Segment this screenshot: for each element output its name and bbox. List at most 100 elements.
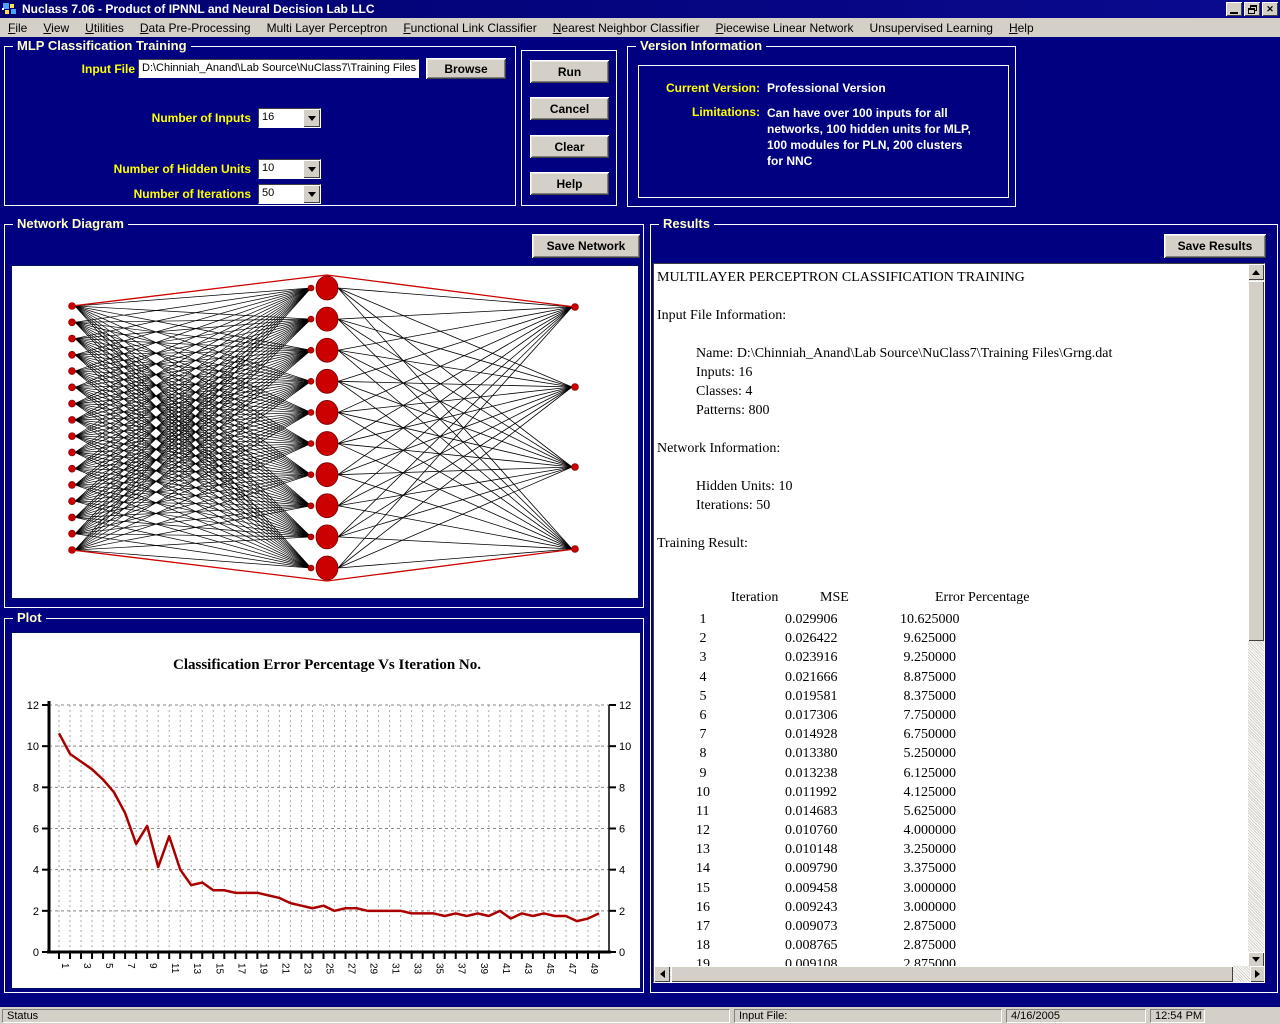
- menu-file[interactable]: File: [0, 20, 35, 36]
- table-row: 60.017306 7.750000: [696, 708, 960, 727]
- app-icon: [2, 2, 18, 16]
- col-header-mse: MSE: [820, 590, 935, 606]
- save-results-button[interactable]: Save Results: [1164, 234, 1266, 258]
- svg-text:31: 31: [390, 963, 401, 975]
- chevron-down-icon[interactable]: [303, 109, 320, 127]
- table-rows: 10.02990610.625000 20.026422 9.625000 30…: [696, 612, 960, 977]
- menu-data-pre-processing[interactable]: Data Pre-Processing: [132, 20, 259, 36]
- help-button[interactable]: Help: [530, 172, 609, 195]
- svg-text:7: 7: [125, 963, 136, 969]
- svg-text:27: 27: [346, 963, 357, 975]
- browse-button[interactable]: Browse: [426, 58, 506, 79]
- table-row: 180.008765 2.875000: [696, 938, 960, 957]
- network-diagram: [12, 266, 638, 598]
- status-bar: Status Input File: 4/16/2005 12:54 PM: [0, 1007, 1280, 1024]
- number-of-hidden-units-value: 10: [262, 162, 274, 174]
- results-caption: Results: [659, 216, 714, 231]
- current-version-label: Current Version:: [666, 81, 760, 95]
- results-text-area[interactable]: MULTILAYER PERCEPTRON CLASSIFICATION TRA…: [653, 263, 1265, 983]
- svg-text:Classification Error Percentag: Classification Error Percentage Vs Itera…: [173, 657, 481, 673]
- svg-text:9: 9: [147, 963, 158, 969]
- save-network-button[interactable]: Save Network: [532, 234, 640, 258]
- svg-text:0: 0: [619, 947, 625, 959]
- menu-utilities[interactable]: Utilities: [77, 20, 132, 36]
- action-buttons-panel: Run Cancel Clear Help: [521, 50, 617, 206]
- minimize-button[interactable]: [1226, 2, 1242, 16]
- menu-view[interactable]: View: [35, 20, 77, 36]
- svg-text:39: 39: [478, 963, 489, 975]
- col-header-error-percentage: Error Percentage: [935, 590, 1029, 605]
- scroll-right-button[interactable]: [1250, 966, 1265, 982]
- svg-text:8: 8: [619, 782, 625, 794]
- svg-text:11: 11: [169, 963, 180, 974]
- table-row: 150.009458 3.000000: [696, 881, 960, 900]
- close-button[interactable]: ✕: [1262, 2, 1278, 16]
- limitations-label: Limitations:: [692, 105, 760, 119]
- triangle-left-icon: [656, 970, 665, 978]
- svg-text:29: 29: [368, 963, 379, 975]
- table-row: 120.010760 4.000000: [696, 823, 960, 842]
- status-panel: Status: [2, 1009, 730, 1023]
- input-file-field[interactable]: D:\Chinniah_Anand\Lab Source\NuClass7\Tr…: [138, 59, 419, 78]
- mlp-section-caption: MLP Classification Training: [13, 38, 191, 53]
- svg-text:45: 45: [544, 963, 555, 975]
- horizontal-scrollbar[interactable]: [654, 966, 1265, 982]
- menu-nearest-neighbor-classifier[interactable]: Nearest Neighbor Classifier: [545, 20, 708, 36]
- svg-text:4: 4: [33, 865, 39, 877]
- menu-help[interactable]: Help: [1001, 20, 1042, 36]
- current-version-value: Professional Version: [767, 81, 886, 95]
- version-info-caption: Version Information: [636, 38, 766, 53]
- table-row: 30.023916 9.250000: [696, 650, 960, 669]
- vertical-scrollbar[interactable]: [1248, 264, 1264, 968]
- svg-text:15: 15: [213, 963, 224, 975]
- menu-piecewise-linear-network[interactable]: Piecewise Linear Network: [707, 20, 861, 36]
- scroll-up-button[interactable]: [1248, 264, 1264, 280]
- number-of-iterations-label: Number of Iterations: [134, 187, 251, 201]
- svg-text:35: 35: [434, 963, 445, 975]
- chevron-down-icon[interactable]: [303, 185, 320, 203]
- date-panel: 4/16/2005: [1006, 1009, 1146, 1023]
- svg-text:12: 12: [619, 700, 631, 712]
- menu-unsupervised-learning[interactable]: Unsupervised Learning: [862, 20, 1001, 36]
- svg-text:13: 13: [191, 963, 202, 975]
- restore-button[interactable]: [1244, 2, 1260, 16]
- svg-text:43: 43: [522, 963, 533, 975]
- results-line: Classes: 4: [696, 384, 752, 400]
- number-of-hidden-units-combo[interactable]: 10: [258, 159, 321, 179]
- svg-text:49: 49: [588, 963, 599, 975]
- cancel-button[interactable]: Cancel: [530, 97, 609, 120]
- svg-text:10: 10: [619, 741, 631, 753]
- table-row: 140.009790 3.375000: [696, 861, 960, 880]
- svg-text:12: 12: [27, 700, 39, 712]
- table-row: 50.019581 8.375000: [696, 689, 960, 708]
- table-row: 130.010148 3.250000: [696, 842, 960, 861]
- title-bar: Nuclass 7.06 - Product of IPNNL and Neur…: [0, 0, 1280, 18]
- table-row: 70.014928 6.750000: [696, 727, 960, 746]
- svg-text:5: 5: [103, 963, 114, 969]
- table-row: 80.013380 5.250000: [696, 746, 960, 765]
- results-line: Hidden Units: 10: [696, 479, 792, 495]
- input-file-info-heading: Input File Information:: [657, 308, 786, 324]
- clear-button[interactable]: Clear: [530, 135, 609, 158]
- run-button[interactable]: Run: [530, 60, 609, 83]
- application-window: Nuclass 7.06 - Product of IPNNL and Neur…: [0, 0, 1280, 1024]
- scroll-left-button[interactable]: [654, 966, 670, 982]
- network-diagram-section: Network Diagram Save Network: [4, 224, 644, 608]
- number-of-iterations-combo[interactable]: 50: [258, 184, 321, 204]
- horizontal-scroll-thumb[interactable]: [671, 966, 1233, 982]
- table-row: 160.009243 3.000000: [696, 900, 960, 919]
- menu-multi-layer-perceptron[interactable]: Multi Layer Perceptron: [259, 20, 396, 36]
- svg-text:8: 8: [33, 782, 39, 794]
- restore-icon: [1248, 5, 1257, 14]
- results-line: Inputs: 16: [696, 365, 752, 381]
- table-row: 110.014683 5.625000: [696, 804, 960, 823]
- triangle-right-icon: [1255, 970, 1264, 978]
- number-of-inputs-combo[interactable]: 16: [258, 108, 321, 128]
- results-line: Iterations: 50: [696, 498, 770, 514]
- chevron-down-icon[interactable]: [303, 160, 320, 178]
- menu-functional-link-classifier[interactable]: Functional Link Classifier: [395, 20, 544, 36]
- table-row: 170.009073 2.875000: [696, 919, 960, 938]
- svg-text:19: 19: [257, 963, 268, 975]
- vertical-scroll-thumb[interactable]: [1248, 281, 1264, 641]
- table-row: 40.021666 8.875000: [696, 670, 960, 689]
